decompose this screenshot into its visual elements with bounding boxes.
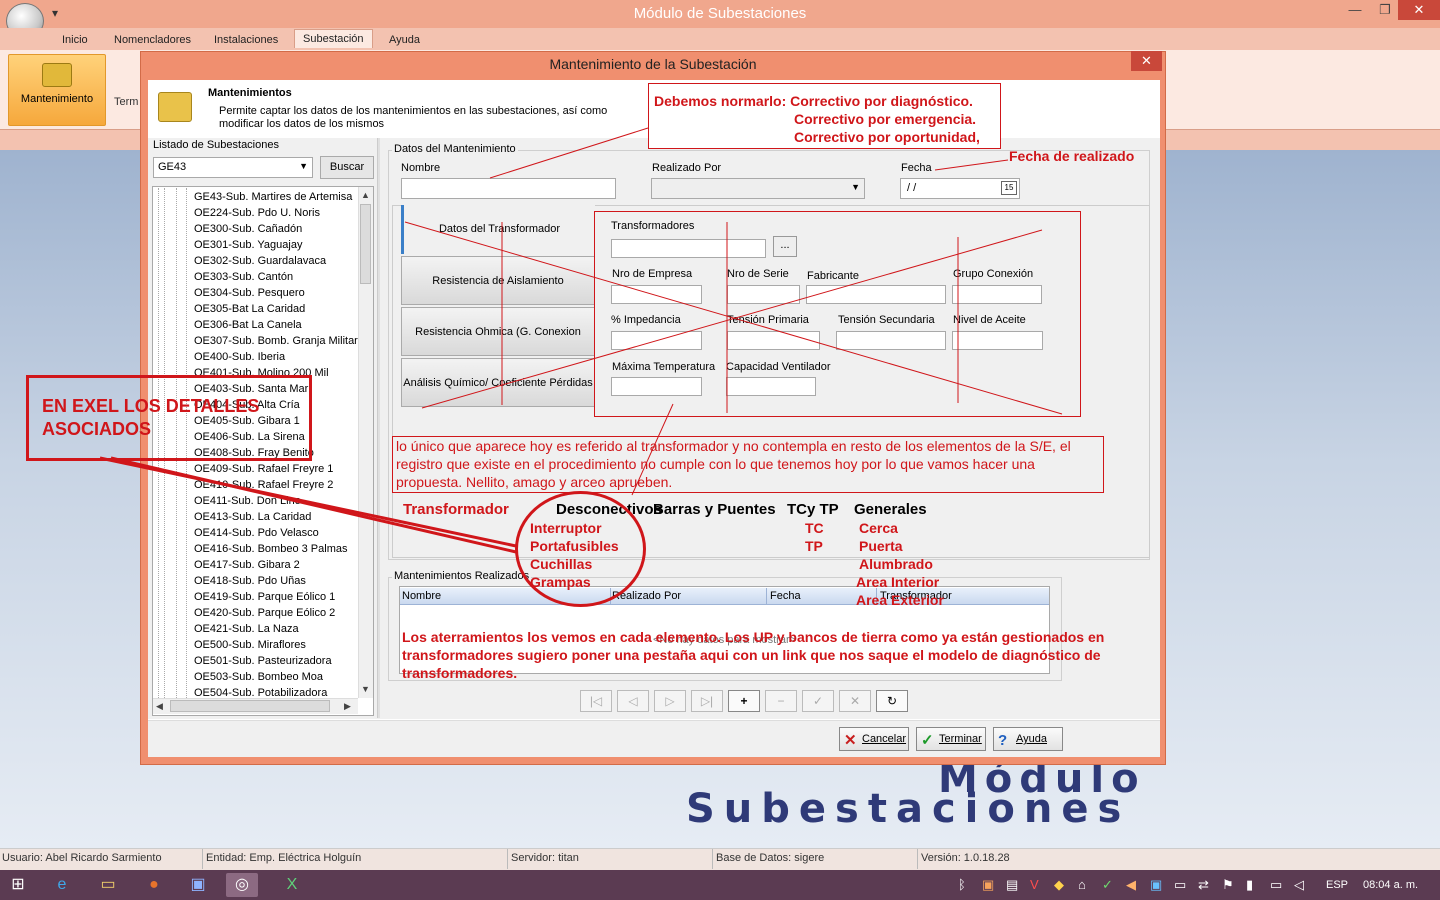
status-divider [202,849,203,869]
status-version: Versión: 1.0.18.28 [921,852,1010,864]
save-app-icon[interactable]: ▣ [182,873,214,897]
clock[interactable]: 08:04 a. m. [1363,879,1418,891]
language-indicator[interactable]: ESP [1326,879,1348,891]
status-base: Base de Datos: sigere [716,852,825,864]
annotation-pointer-line [489,127,649,179]
tray-app-icon[interactable]: ◆ [1054,877,1064,893]
firefox-icon[interactable]: ● [138,873,170,897]
status-servidor: Servidor: titan [511,852,579,864]
status-usuario: Usuario: Abel Ricardo Sarmiento [2,852,162,864]
status-divider [917,849,918,869]
subestaciones-app-icon[interactable]: ◎ [226,873,258,897]
annotation-pointer-line [934,159,1009,171]
annotation-arrow-line [110,456,517,554]
annotation-lines [99,127,1063,554]
tray-app-icon[interactable]: ✓ [1102,877,1113,893]
tray-app-icon[interactable]: ▣ [982,877,994,893]
internet-explorer-icon[interactable]: e [46,873,78,897]
tray-app-icon[interactable]: ▤ [1006,877,1018,893]
annotation-pointer-line [631,403,674,496]
speaker-icon[interactable]: ◀ [1126,877,1136,893]
annotation-cross-line [404,221,1063,415]
excel-icon[interactable]: X [276,873,308,897]
tray-app-icon[interactable]: ⚑ [1222,877,1234,893]
battery-icon[interactable]: ▮ [1246,877,1253,893]
volume-icon[interactable]: ◁ [1294,877,1304,893]
windows-start-icon[interactable]: ⊞ [2,873,34,897]
status-entidad: Entidad: Emp. Eléctrica Holguín [206,852,362,864]
status-divider [712,849,713,869]
network-icon[interactable]: ▭ [1174,877,1186,893]
bluetooth-icon[interactable]: ᛒ [958,877,966,892]
tray-app-icon[interactable]: ▭ [1270,877,1282,893]
file-explorer-icon[interactable]: ▭ [92,873,124,897]
antivirus-icon[interactable]: V [1030,877,1039,892]
tray-app-icon[interactable]: ▣ [1150,877,1162,893]
tray-app-icon[interactable]: ⌂ [1078,877,1086,892]
status-divider [507,849,508,869]
tray-app-icon[interactable]: ⇄ [1198,877,1209,893]
